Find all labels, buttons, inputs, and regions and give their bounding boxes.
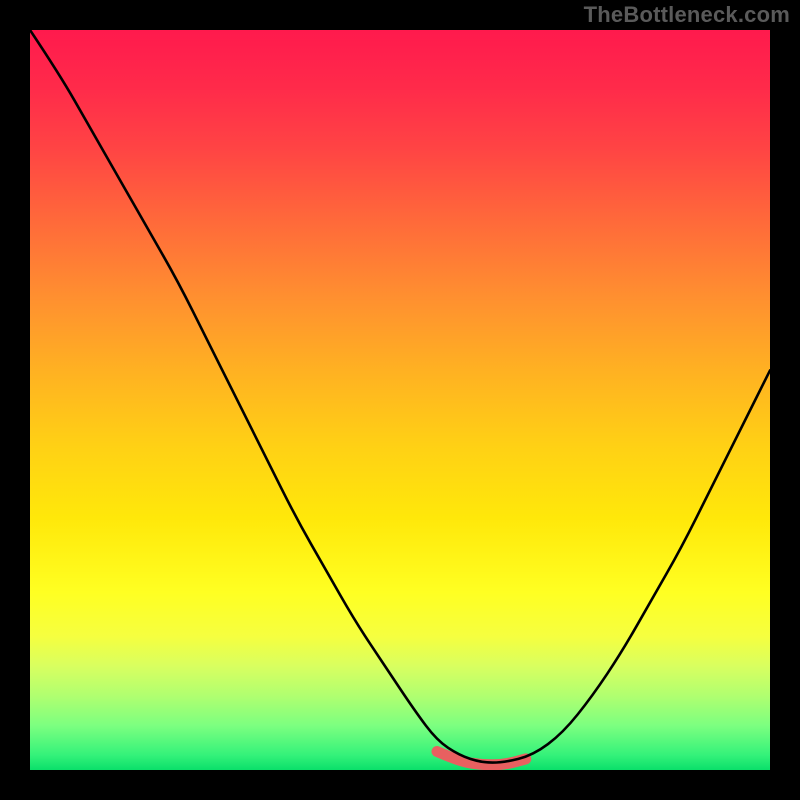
watermark-text: TheBottleneck.com [584, 2, 790, 28]
chart-frame: TheBottleneck.com [0, 0, 800, 800]
plot-area [30, 30, 770, 770]
curve-layer [30, 30, 770, 770]
bottleneck-curve [30, 30, 770, 763]
